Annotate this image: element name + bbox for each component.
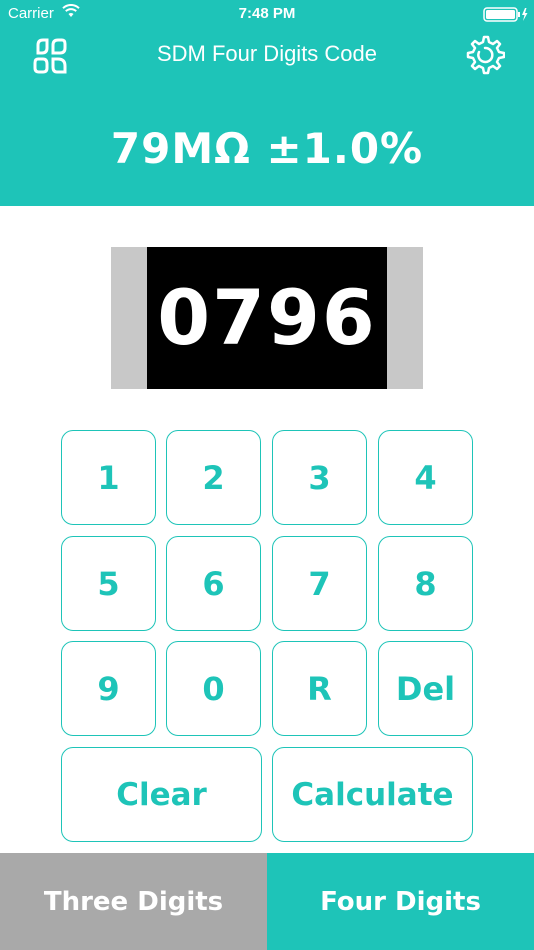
resistor-right-cap <box>387 247 423 389</box>
delete-button[interactable]: Del <box>378 641 473 736</box>
key-7[interactable]: 7 <box>272 536 367 631</box>
tab-four-digits[interactable]: Four Digits <box>267 853 534 950</box>
key-r[interactable]: R <box>272 641 367 736</box>
key-5[interactable]: 5 <box>61 536 156 631</box>
key-8[interactable]: 8 <box>378 536 473 631</box>
key-0[interactable]: 0 <box>166 641 261 736</box>
resistance-result: 79MΩ ±1.0% <box>110 124 424 173</box>
key-3[interactable]: 3 <box>272 430 367 525</box>
page-title: SDM Four Digits Code <box>156 41 378 66</box>
key-2[interactable]: 2 <box>166 430 261 525</box>
status-time: 7:48 PM <box>238 5 296 22</box>
tab-bar: Three Digits Four Digits <box>0 853 534 950</box>
smd-resistor-graphic: 0796 <box>111 247 423 389</box>
key-1[interactable]: 1 <box>61 430 156 525</box>
battery-icon <box>483 7 529 27</box>
calculate-button[interactable]: Calculate <box>272 747 473 842</box>
resistor-code: 0796 <box>147 247 387 389</box>
key-6[interactable]: 6 <box>166 536 261 631</box>
status-bar: Carrier 7:48 PM <box>0 0 534 30</box>
resistor-left-cap <box>111 247 147 389</box>
key-9[interactable]: 9 <box>61 641 156 736</box>
clear-button[interactable]: Clear <box>61 747 262 842</box>
key-4[interactable]: 4 <box>378 430 473 525</box>
settings-gear-icon[interactable] <box>463 34 506 76</box>
tab-three-digits[interactable]: Three Digits <box>0 853 267 950</box>
header-bar: Carrier 7:48 PM SDM Four Digits Code 79M… <box>0 0 534 206</box>
